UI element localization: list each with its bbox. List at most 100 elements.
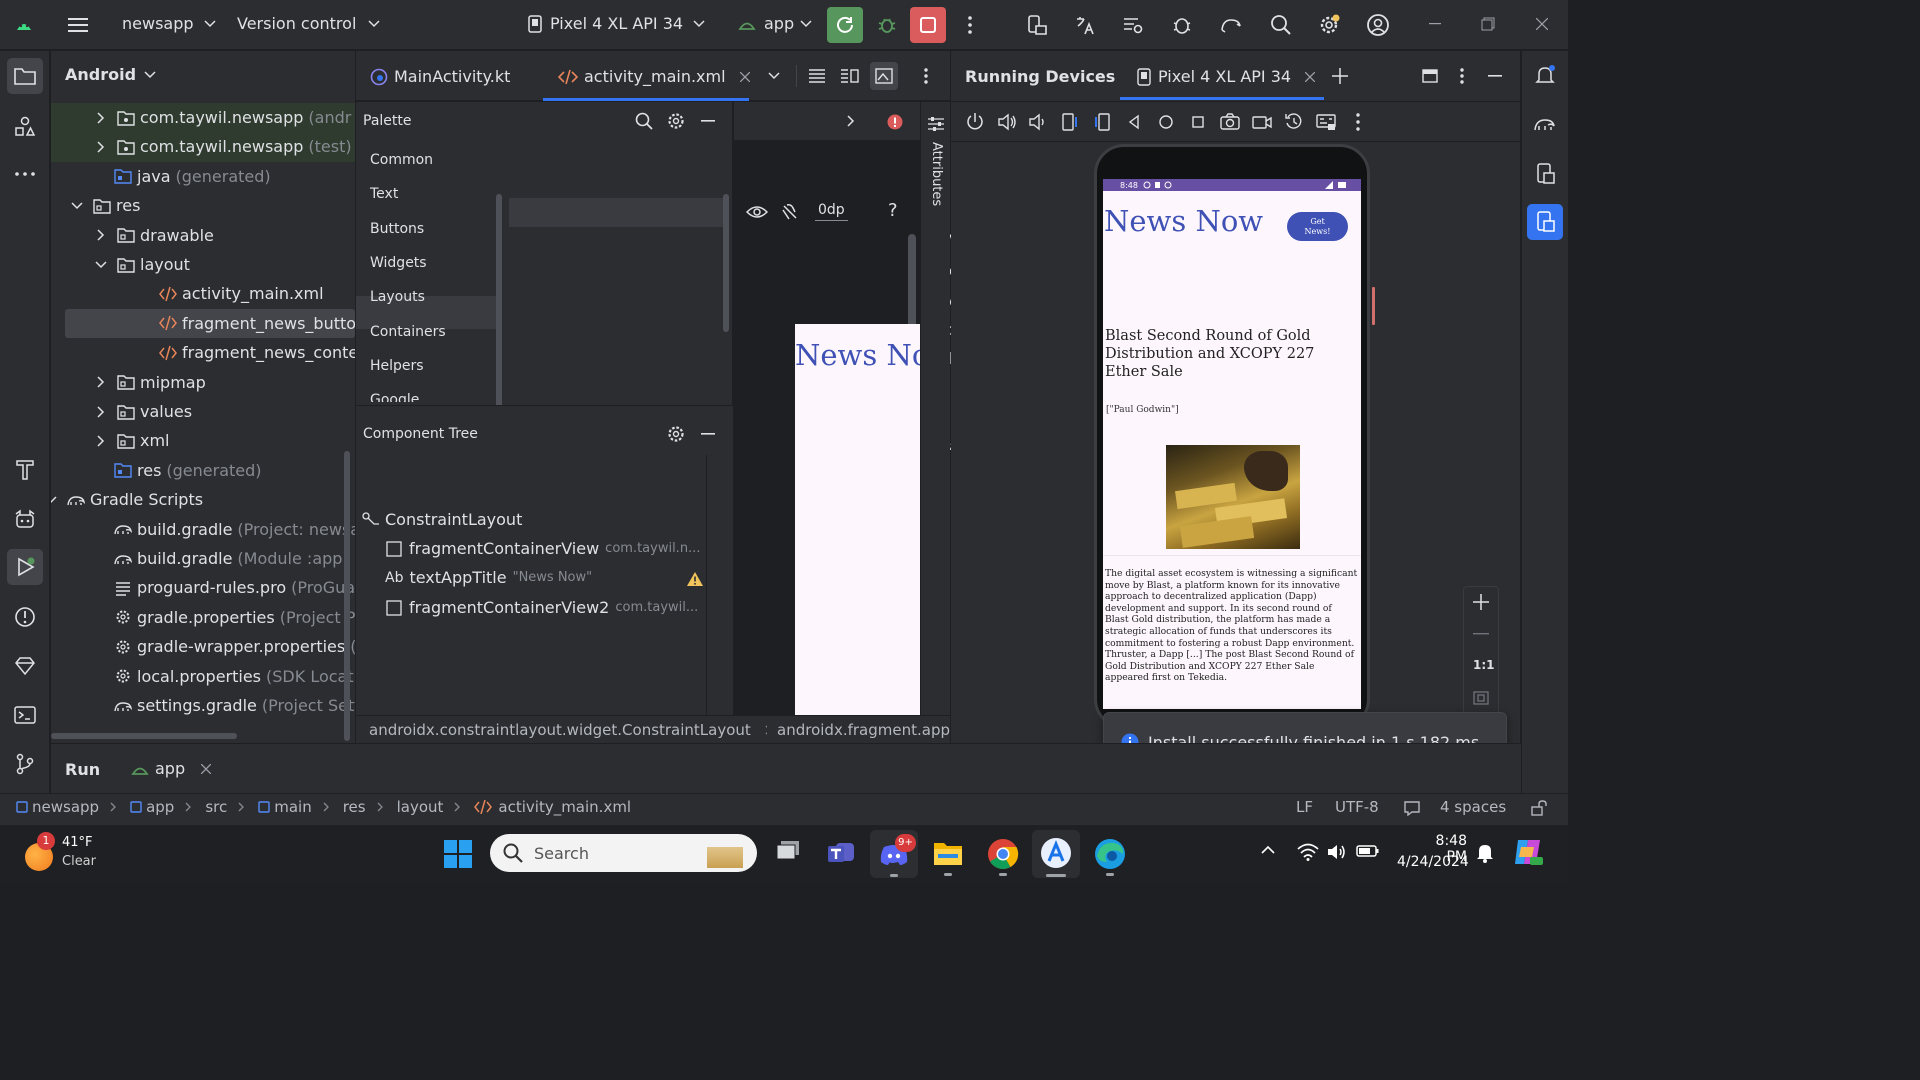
project-tree-item[interactable]: settings.gradle(Project Settin — [114, 691, 355, 720]
app-quality-icon[interactable] — [1169, 12, 1195, 38]
chrome-icon[interactable] — [987, 838, 1019, 876]
screenshot-icon[interactable] — [1219, 111, 1241, 133]
run-tool-button[interactable] — [7, 549, 43, 585]
running-devices-button[interactable] — [1527, 204, 1563, 240]
tab-device-pixel[interactable]: Pixel 4 XL API 34 — [1137, 67, 1316, 86]
discord-app-button[interactable]: 9+ — [870, 830, 918, 878]
palette-category-widgets[interactable]: Widgets — [370, 255, 427, 271]
breadcrumb-item[interactable]: androidx.fragment.app — [777, 721, 950, 739]
weather-widget[interactable]: 1 41°F Clear — [22, 831, 132, 877]
volume-down-icon[interactable] — [1027, 111, 1049, 133]
project-tree-item[interactable]: proguard-rules.pro(ProGuard — [114, 573, 355, 602]
tab-run-app[interactable]: app — [131, 759, 212, 778]
screen-record-icon[interactable] — [1251, 111, 1273, 133]
tab-activity-main[interactable]: activity_main.xml — [558, 67, 750, 86]
error-indicator-icon[interactable] — [885, 112, 905, 132]
tree-root-constraintlayout[interactable]: ConstraintLayout — [362, 505, 522, 534]
indent-setting[interactable]: 4 spaces — [1440, 798, 1506, 816]
crumb-item[interactable]: src — [205, 798, 227, 816]
eye-visibility-icon[interactable] — [746, 202, 768, 222]
chevron-right-icon[interactable] — [94, 111, 108, 125]
edge-icon[interactable] — [1094, 838, 1126, 876]
project-tree-item[interactable]: local.properties(SDK Locatio — [114, 662, 355, 691]
rotate-left-icon[interactable] — [1059, 111, 1081, 133]
account-avatar-icon[interactable] — [1365, 12, 1391, 38]
palette-search-icon[interactable] — [633, 110, 655, 132]
zoom-actual-size[interactable]: 1:1 — [1473, 658, 1495, 672]
vcs-selector[interactable]: Version control — [237, 14, 380, 33]
palette-category-google[interactable]: Google — [370, 392, 419, 402]
project-tool-button[interactable] — [7, 58, 43, 94]
crumb-item[interactable]: activity_main.xml — [474, 798, 631, 816]
hide-panel-icon[interactable] — [1484, 65, 1506, 87]
more-actions-icon[interactable] — [960, 13, 980, 37]
device-panel-more-icon[interactable] — [1452, 65, 1472, 87]
home-icon[interactable] — [1155, 111, 1177, 133]
chevron-down-icon[interactable] — [94, 258, 108, 272]
chevron-right-icon[interactable] — [94, 375, 108, 389]
tab-mainactivity[interactable]: MainActivity.kt — [370, 67, 510, 86]
attributes-sliders-icon[interactable] — [926, 114, 946, 134]
attributes-label[interactable]: Attributes — [929, 142, 944, 206]
project-tree-item[interactable]: Gradle Scripts — [51, 485, 208, 514]
add-device-icon[interactable] — [1329, 65, 1351, 87]
palette-category-buttons[interactable]: Buttons — [370, 221, 424, 237]
project-tree-item[interactable]: gradle-wrapper.properties(G — [114, 632, 355, 661]
volume-up-icon[interactable] — [996, 111, 1018, 133]
notification-bell-icon[interactable] — [1476, 843, 1496, 865]
wifi-icon[interactable] — [1297, 843, 1319, 863]
resource-manager-icon[interactable] — [12, 113, 38, 139]
crumb-item[interactable]: layout — [397, 798, 444, 816]
file-explorer-icon[interactable] — [932, 839, 964, 876]
palette-category-text[interactable]: Text — [370, 186, 398, 202]
project-tree-item[interactable]: fragment_news_conten — [159, 338, 355, 367]
run-config-selector[interactable]: app — [738, 14, 812, 33]
copilot-icon[interactable] — [1512, 837, 1546, 869]
tabs-dropdown-icon[interactable] — [764, 67, 784, 85]
chevron-right-icon[interactable] — [94, 140, 108, 154]
restore-window-icon[interactable] — [1478, 14, 1498, 34]
project-tree-item[interactable]: build.gradle (Module :app) — [114, 544, 349, 573]
project-tree-item[interactable]: values — [94, 397, 197, 426]
project-tree-item[interactable]: res (generated) — [114, 456, 262, 485]
rotate-right-icon[interactable] — [1091, 111, 1113, 133]
build-hammer-icon[interactable] — [12, 456, 38, 482]
layout-window-icon[interactable] — [1419, 65, 1441, 87]
stop-button[interactable] — [910, 7, 946, 43]
problems-icon[interactable] — [12, 604, 38, 630]
help-icon[interactable]: ? — [888, 200, 898, 221]
breadcrumb-item[interactable]: androidx.constraintlayout.widget.Constra… — [369, 721, 751, 739]
notifications-bell-icon[interactable] — [1532, 62, 1558, 88]
android-studio-taskbar-button[interactable] — [1032, 830, 1080, 878]
battery-icon[interactable] — [1356, 843, 1380, 863]
tree-item-fragmentcontainerview[interactable]: fragmentContainerView com.taywil.n... — [386, 534, 700, 563]
project-tree-item[interactable]: layout — [94, 250, 195, 279]
project-tree-item[interactable]: com.taywil.newsapp (andr — [94, 103, 351, 132]
project-tree-item[interactable]: activity_main.xml — [159, 279, 329, 308]
palette-category-common[interactable]: Common — [370, 152, 433, 168]
zoom-fit-icon[interactable] — [1470, 687, 1492, 709]
palette-category-helpers[interactable]: Helpers — [370, 358, 424, 374]
get-news-button[interactable]: Get News! — [1287, 212, 1348, 241]
crumb-item[interactable]: main — [258, 798, 312, 816]
show-hidden-icons[interactable] — [1261, 845, 1279, 861]
rerun-button[interactable] — [827, 7, 863, 43]
search-everywhere-icon[interactable] — [1268, 12, 1294, 38]
crumb-item[interactable]: newsapp — [16, 798, 99, 816]
project-selector[interactable]: newsapp — [122, 14, 216, 33]
translate-icon[interactable] — [1072, 12, 1098, 38]
project-tree-item[interactable]: xml — [94, 426, 175, 455]
close-window-icon[interactable] — [1532, 14, 1552, 34]
project-tree-item[interactable]: mipmap — [94, 368, 211, 397]
clock-date[interactable]: 4/24/2024 — [1397, 854, 1469, 870]
chevron-right-icon[interactable] — [94, 405, 108, 419]
palette-widget-scrollbar[interactable] — [723, 194, 729, 332]
zoom-in-icon[interactable] — [1470, 591, 1492, 613]
chevron-down-icon[interactable] — [70, 199, 84, 213]
task-view-icon[interactable] — [775, 839, 803, 867]
project-tree-item[interactable]: build.gradle(Project: newsap — [114, 515, 355, 544]
lock-icon[interactable] — [1528, 798, 1550, 818]
settings-gear-icon[interactable] — [1316, 12, 1342, 38]
horizontal-scrollbar[interactable] — [51, 733, 237, 739]
expand-chevron-icon[interactable] — [842, 112, 860, 130]
